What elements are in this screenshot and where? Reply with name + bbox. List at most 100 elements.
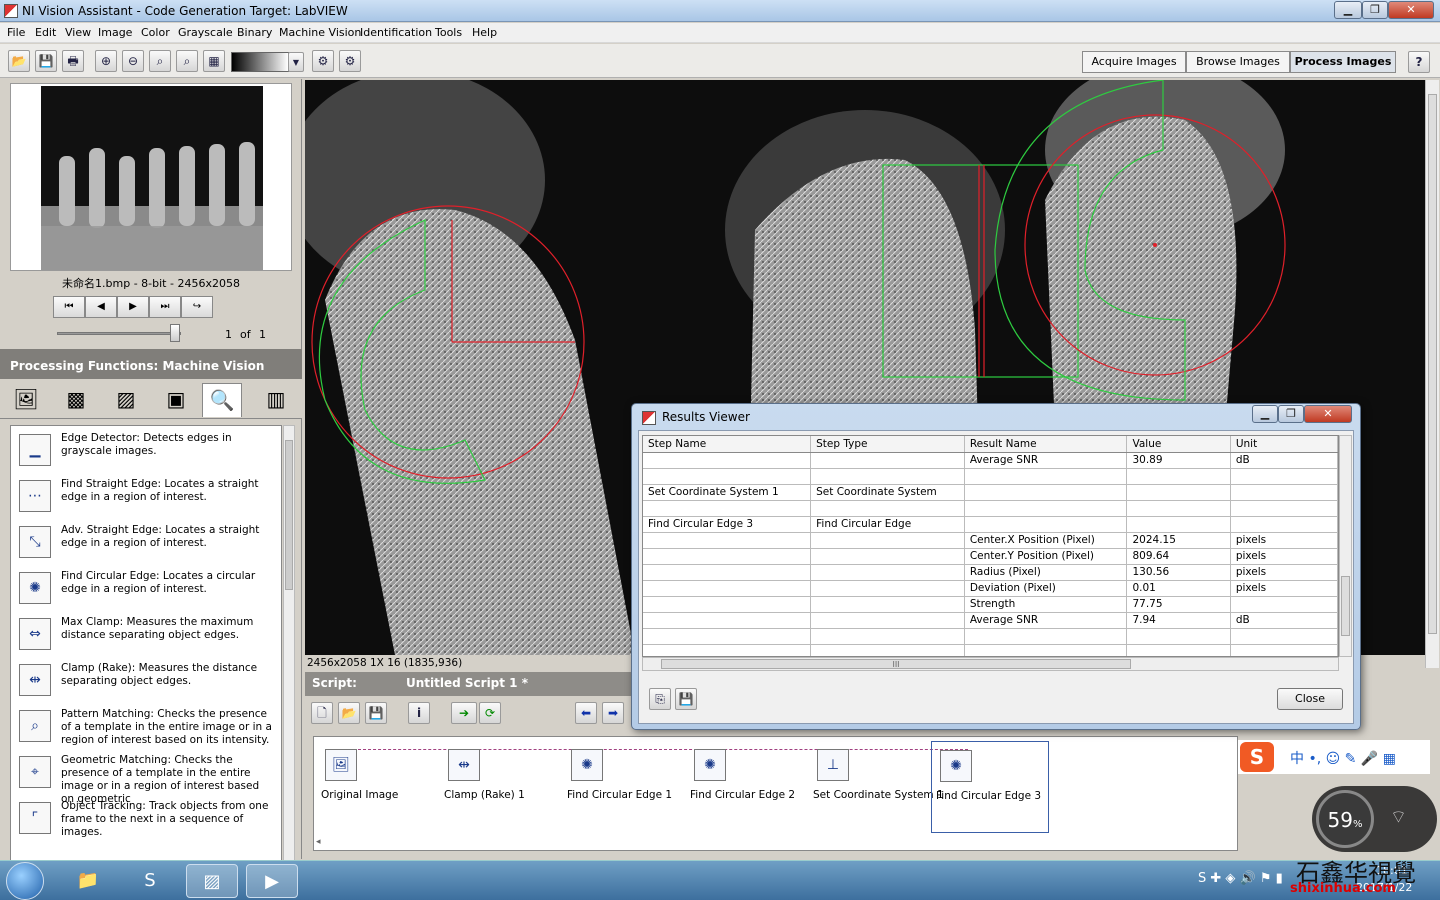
table-row[interactable]: Center.Y Position (Pixel) 809.64 pixels [643,548,1338,565]
network-speed-widget[interactable]: 59% ⌔ [1312,786,1437,852]
results-column-header[interactable]: Step Name [643,436,812,453]
palette-dropdown-icon[interactable]: ▼ [288,52,304,72]
info-icon[interactable]: i [408,702,430,724]
menu-file[interactable]: File [7,26,25,39]
table-row[interactable] [643,468,1338,485]
menu-machine-vision[interactable]: Machine Vision [279,26,361,39]
tab-binary-icon[interactable]: ▣ [156,383,196,417]
table-row[interactable]: Deviation (Pixel) 0.01 pixels [643,580,1338,597]
table-row[interactable]: Average SNR 7.94 dB [643,612,1338,629]
tray-icons[interactable]: S ✚ ◈ 🔊 ⚑ ▮ [1198,871,1283,886]
function-item[interactable]: ⇹ Clamp (Rake): Measures the distance sep… [11,660,273,706]
menu-edit[interactable]: Edit [35,26,56,39]
zoom-in-icon[interactable]: ⊕ [95,50,117,72]
script-hscroll-left-icon[interactable]: ◂ [316,837,1236,849]
new-script-icon[interactable]: 🗋 [311,702,333,724]
zoom-out-icon[interactable]: ⊖ [122,50,144,72]
tab-image-icon[interactable]: 🖼 [6,383,46,417]
menu-view[interactable]: View [65,26,91,39]
table-row[interactable] [643,628,1338,645]
help-button[interactable]: ? [1408,51,1430,73]
minimize-button[interactable]: ▁ [1334,1,1362,19]
step-clamp-rake[interactable]: ⇹ Clamp (Rake) 1 [440,741,558,833]
table-row[interactable]: Strength 77.75 [643,596,1338,613]
save-results-icon[interactable]: 💾 [675,688,697,710]
tab-machine-vision-icon[interactable]: 🔍 [202,383,242,417]
results-table[interactable]: Step Name Step Type Result Name Value Unit A… [642,435,1339,657]
menu-tools[interactable]: Tools [435,26,462,39]
results-close-button[interactable]: Close [1277,688,1343,710]
image-thumbnail[interactable] [41,86,263,270]
menu-color[interactable]: Color [141,26,170,39]
image-slider-track[interactable] [57,332,181,335]
menu-image[interactable]: Image [98,26,132,39]
sogou-icon[interactable]: S [1240,742,1274,772]
menu-grayscale[interactable]: Grayscale [178,26,233,39]
save-image-icon[interactable]: 💾 [35,50,57,72]
function-item[interactable]: ✺ Find Circular Edge: Locates a circular … [11,568,273,614]
taskbar-sogou-icon[interactable]: S [124,864,176,898]
process-images-button[interactable]: Process Images [1290,51,1396,73]
step-find-circular-edge-1[interactable]: ✺ Find Circular Edge 1 [563,741,681,833]
restore-button[interactable]: ❐ [1362,1,1388,19]
table-row[interactable]: Radius (Pixel) 130.56 pixels [643,564,1338,581]
dialog-close-button[interactable]: ✕ [1304,405,1352,423]
results-column-header[interactable]: Step Type [810,436,965,453]
function-item[interactable]: ⋯ Find Straight Edge: Locates a straight … [11,476,273,522]
print-icon[interactable]: 🖶 [62,50,84,72]
move-left-icon[interactable]: ⬅ [575,702,597,724]
last-image-button[interactable]: ⏭ [149,296,181,318]
step-set-coordinate-system[interactable]: ⊥ Set Coordinate System 1 [809,741,944,833]
menu-help[interactable]: Help [472,26,497,39]
table-row[interactable]: Set Coordinate System 1 Set Coordinate Sy… [643,484,1338,501]
dialog-minimize-button[interactable]: ▁ [1252,405,1278,423]
acquire-images-button[interactable]: Acquire Images [1082,51,1186,73]
function-item[interactable]: ⤡ Adv. Straight Edge: Locates a straight … [11,522,273,568]
table-row[interactable]: Average SNR 30.89 dB [643,452,1338,469]
step-find-circular-edge-3[interactable]: ✺ Find Circular Edge 3 [931,741,1049,833]
start-button[interactable] [6,862,44,900]
tab-identification-icon[interactable]: ▥ [256,383,296,417]
open-image-icon[interactable]: 📂 [8,50,30,72]
function-item[interactable]: ⌖ Geometric Matching: Checks the presence… [11,752,273,805]
open-script-icon[interactable]: 📂 [338,702,360,724]
move-right-icon[interactable]: ➡ [602,702,624,724]
function-item[interactable]: ▁ Edge Detector: Detects edges in graysca… [11,430,273,476]
dialog-maximize-button[interactable]: ❐ [1278,405,1304,423]
taskbar-explorer-icon[interactable]: 📁 [62,864,114,898]
results-column-header[interactable]: Result Name [964,436,1128,453]
zoom-1to1-icon[interactable]: ⌕ [149,50,171,72]
tab-color-icon[interactable]: ▩ [56,383,96,417]
calibration-icon[interactable]: ⚙ [312,50,334,72]
copy-results-icon[interactable]: ⎘ [649,688,671,710]
step-original-image[interactable]: 🖼 Original Image [317,741,435,833]
viewer-vertical-scrollbar[interactable] [1425,80,1439,668]
table-row[interactable] [643,644,1338,656]
zoom-fit-icon[interactable]: ⌕ [176,50,198,72]
function-item[interactable]: ⌕ Pattern Matching: Checks the presence o… [11,706,273,752]
table-row[interactable]: Find Circular Edge 3 Find Circular Edge [643,516,1338,533]
close-button[interactable]: ✕ [1388,1,1434,19]
taskbar-labview-icon[interactable]: ▶ [246,864,298,898]
menu-binary[interactable]: Binary [237,26,272,39]
browse-images-button[interactable]: Browse Images [1186,51,1290,73]
palette-icon[interactable]: ▦ [203,50,225,72]
table-row[interactable]: Center.X Position (Pixel) 2024.15 pixels [643,532,1338,549]
next-image-button[interactable]: ▶ [117,296,149,318]
results-hscroll-thumb[interactable]: III [661,659,1131,669]
image-slider-thumb[interactable] [170,324,180,342]
taskbar-vision-assistant-icon[interactable]: ▨ [186,864,238,898]
prev-image-button[interactable]: ◀ [85,296,117,318]
menu-identification[interactable]: Identification [360,26,432,39]
step-find-circular-edge-2[interactable]: ✺ Find Circular Edge 2 [686,741,804,833]
return-button[interactable]: ↪ [181,296,213,318]
table-row[interactable] [643,500,1338,517]
palette-gradient[interactable] [231,52,289,72]
function-list-scrollbar[interactable] [283,425,295,900]
results-column-header[interactable]: Value [1126,436,1231,453]
chinese-mode-icon[interactable]: 中 •, ☺ ✎ 🎤 ▦ [1290,748,1396,768]
run-once-icon[interactable]: ➔ [451,702,477,724]
first-image-button[interactable]: ⏮ [53,296,85,318]
image-calibration-icon[interactable]: ⚙ [339,50,361,72]
results-horizontal-scrollbar[interactable]: III [642,657,1339,671]
